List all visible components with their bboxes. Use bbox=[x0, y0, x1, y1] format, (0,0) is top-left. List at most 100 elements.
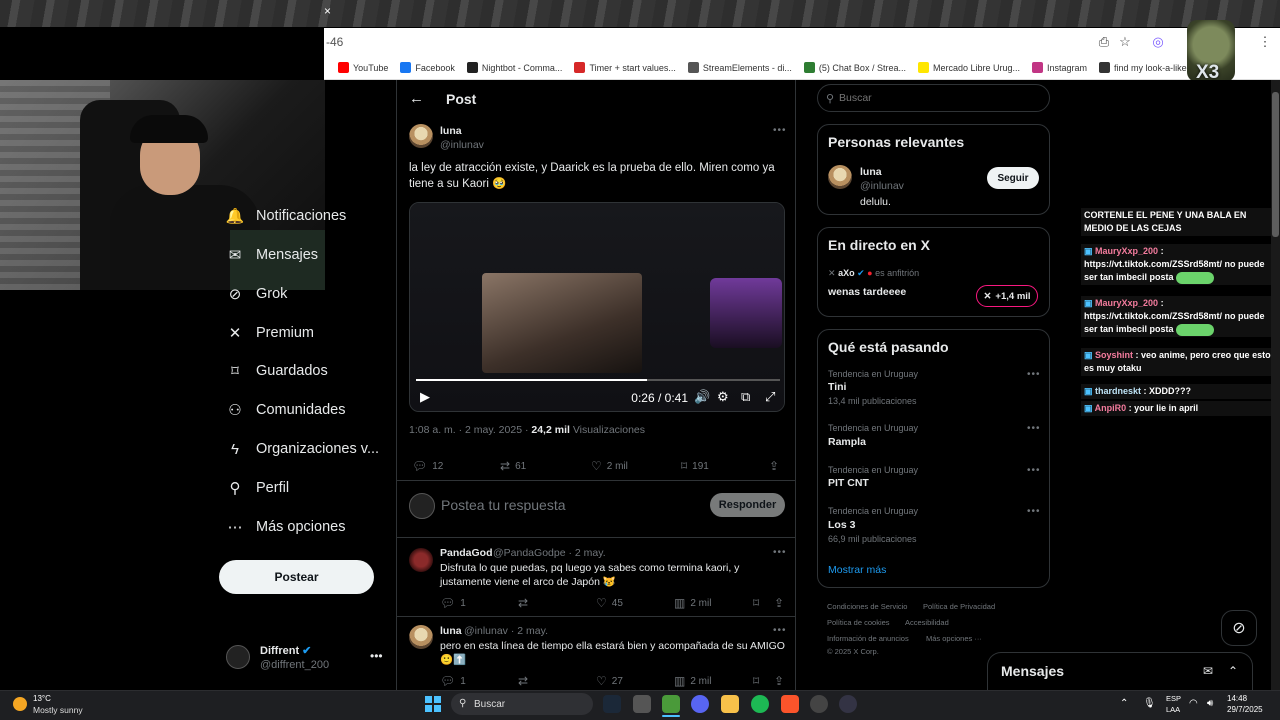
more-icon[interactable]: ••• bbox=[1027, 506, 1041, 517]
reply-action[interactable]: 💬︎ 1 bbox=[440, 674, 466, 688]
bookmark-item[interactable]: Timer + start values... bbox=[574, 62, 676, 73]
more-icon[interactable]: ••• bbox=[773, 547, 787, 558]
windows-start-icon[interactable] bbox=[425, 696, 441, 712]
video-progress-bar[interactable] bbox=[416, 379, 780, 381]
reply-action[interactable]: 💬︎ 12 bbox=[412, 459, 443, 473]
bookmark-item[interactable]: Nightbot - Comma... bbox=[466, 62, 562, 73]
relevant-handle[interactable]: @inlunav bbox=[860, 180, 904, 192]
live-listeners-pill[interactable]: ✕ +1,4 mil bbox=[976, 285, 1038, 307]
more-icon[interactable]: ••• bbox=[1027, 423, 1041, 434]
discord-icon[interactable] bbox=[691, 695, 709, 713]
footer-link[interactable]: Más opciones ··· bbox=[926, 634, 982, 643]
language-indicator-sub[interactable]: LAA bbox=[1166, 705, 1180, 714]
footer-link[interactable]: Política de cookies bbox=[827, 618, 890, 627]
relevant-name[interactable]: luna bbox=[860, 166, 882, 178]
bookmark-item[interactable]: Facebook bbox=[400, 62, 455, 73]
like-action[interactable]: ♡ 2 mil bbox=[591, 459, 628, 473]
install-icon[interactable]: ⎙ bbox=[1096, 34, 1112, 50]
scrollbar-thumb[interactable] bbox=[1272, 92, 1279, 237]
more-icon[interactable]: ••• bbox=[1027, 369, 1041, 380]
follow-button[interactable]: Seguir bbox=[987, 167, 1039, 189]
pip-icon[interactable]: ⧉ bbox=[741, 389, 750, 405]
weather-desc[interactable]: Mostly sunny bbox=[33, 705, 83, 715]
repost-action[interactable]: ⇄ 61 bbox=[500, 459, 526, 473]
folder-icon[interactable] bbox=[721, 695, 739, 713]
post-button[interactable]: Postear bbox=[219, 560, 374, 594]
trend-name[interactable]: PIT CNT bbox=[828, 477, 869, 489]
reply-input[interactable]: Postea tu respuesta bbox=[441, 497, 566, 513]
avatar[interactable] bbox=[409, 625, 433, 649]
close-icon[interactable]: × bbox=[324, 4, 336, 20]
like-action[interactable]: ♡ 45 bbox=[596, 596, 623, 610]
minecraft-icon[interactable] bbox=[662, 695, 680, 713]
sidebar-item-mensajes[interactable]: ✉ Mensajes bbox=[226, 246, 318, 264]
share-action[interactable]: ⇪ bbox=[769, 459, 779, 473]
author-avatar[interactable] bbox=[409, 124, 433, 148]
address-bar[interactable] bbox=[324, 28, 1280, 56]
wifi-icon[interactable]: ◠ bbox=[1189, 698, 1198, 709]
footer-link[interactable]: Condiciones de Servicio bbox=[827, 602, 907, 611]
repost-action[interactable]: ⇄ bbox=[518, 596, 528, 610]
grok-icon[interactable]: ⊘ bbox=[1221, 610, 1257, 646]
sidebar-item-m-s-opciones[interactable]: ⋯ Más opciones bbox=[226, 518, 346, 536]
app-icon[interactable] bbox=[810, 695, 828, 713]
trend-name[interactable]: Los 3 bbox=[828, 519, 855, 531]
reply-author-handle[interactable]: @PandaGodpe · 2 may. bbox=[493, 547, 606, 559]
bookmark-item[interactable]: (5) Chat Box / Strea... bbox=[803, 62, 906, 73]
footer-link[interactable]: Accesibilidad bbox=[905, 618, 949, 627]
repost-action[interactable]: ⇄ bbox=[518, 674, 528, 688]
back-arrow-icon[interactable]: ← bbox=[409, 90, 424, 107]
clock-date[interactable]: 29/7/2025 bbox=[1227, 705, 1263, 714]
menu-icon[interactable]: ⋮ bbox=[1257, 34, 1273, 50]
sidebar-item-perfil[interactable]: ⚲ Perfil bbox=[226, 479, 290, 497]
reply-author-name[interactable]: luna bbox=[440, 625, 462, 637]
settings-icon[interactable]: ⚙ bbox=[717, 389, 729, 405]
sidebar-item-comunidades[interactable]: ⚇ Comunidades bbox=[226, 401, 345, 419]
more-icon[interactable]: ••• bbox=[773, 625, 787, 636]
clock-time[interactable]: 14:48 bbox=[1227, 694, 1247, 703]
search-input[interactable] bbox=[839, 92, 1039, 104]
volume-icon[interactable]: 🔊 bbox=[694, 389, 710, 405]
bookmark-item[interactable]: Instagram bbox=[1032, 62, 1087, 73]
sidebar-item-premium[interactable]: ✕ Premium bbox=[226, 324, 314, 342]
taskbar-search-text[interactable]: Buscar bbox=[474, 699, 505, 710]
share-action[interactable]: ⇪ bbox=[774, 596, 784, 610]
new-message-icon[interactable]: ✉ bbox=[1203, 664, 1213, 678]
reply-button[interactable]: Responder bbox=[710, 493, 785, 517]
brave-icon[interactable] bbox=[781, 695, 799, 713]
chevron-up-icon[interactable]: ⌃ bbox=[1228, 664, 1238, 678]
bookmark-action[interactable]: ⌑ 191 bbox=[681, 459, 709, 473]
trend-name[interactable]: Rampla bbox=[828, 436, 866, 448]
bookmark-action[interactable]: ⌑ bbox=[753, 674, 759, 688]
more-icon[interactable]: ••• bbox=[370, 649, 383, 663]
url-text[interactable]: -46 bbox=[326, 35, 343, 49]
avatar[interactable] bbox=[409, 548, 433, 572]
author-handle[interactable]: @inlunav bbox=[440, 139, 484, 151]
reply-author-handle[interactable]: @inlunav · 2 may. bbox=[464, 625, 548, 637]
more-icon[interactable]: ••• bbox=[1027, 465, 1041, 476]
language-indicator[interactable]: ESP bbox=[1166, 694, 1181, 703]
show-more-link[interactable]: Mostrar más bbox=[828, 564, 886, 576]
play-icon[interactable]: ▶ bbox=[420, 389, 430, 405]
messages-drawer[interactable]: Mensajes ✉ ⌃ bbox=[987, 652, 1253, 690]
star-icon[interactable]: ☆ bbox=[1117, 34, 1133, 50]
spotify-icon[interactable] bbox=[751, 695, 769, 713]
sidebar-item-notificaciones[interactable]: 🔔 Notificaciones bbox=[226, 207, 347, 225]
avatar[interactable] bbox=[828, 165, 852, 189]
taskbar-search[interactable] bbox=[451, 693, 593, 715]
sidebar-item-guardados[interactable]: ⌑ Guardados bbox=[226, 362, 328, 380]
mic-icon[interactable]: 🎙︎ bbox=[1143, 698, 1156, 709]
author-name[interactable]: luna bbox=[440, 125, 462, 137]
reply-author-name[interactable]: PandaGod bbox=[440, 547, 493, 559]
extension-icon[interactable]: ◎ bbox=[1150, 34, 1166, 50]
trend-name[interactable]: Tini bbox=[828, 381, 846, 393]
sidebar-item-organizaciones-v[interactable]: ϟ Organizaciones v... bbox=[226, 440, 379, 458]
reply-action[interactable]: 💬︎ 1 bbox=[440, 596, 466, 610]
app-icon[interactable] bbox=[839, 695, 857, 713]
bookmark-item[interactable]: StreamElements - di... bbox=[687, 62, 792, 73]
task-view-icon[interactable] bbox=[633, 695, 651, 713]
weather-temp[interactable]: 13°C bbox=[33, 694, 51, 703]
sidebar-item-grok[interactable]: ⊘ Grok bbox=[226, 285, 288, 303]
fullscreen-icon[interactable]: ⤢ bbox=[765, 389, 775, 405]
bookmark-item[interactable]: find my look-a-like,... bbox=[1099, 62, 1197, 73]
